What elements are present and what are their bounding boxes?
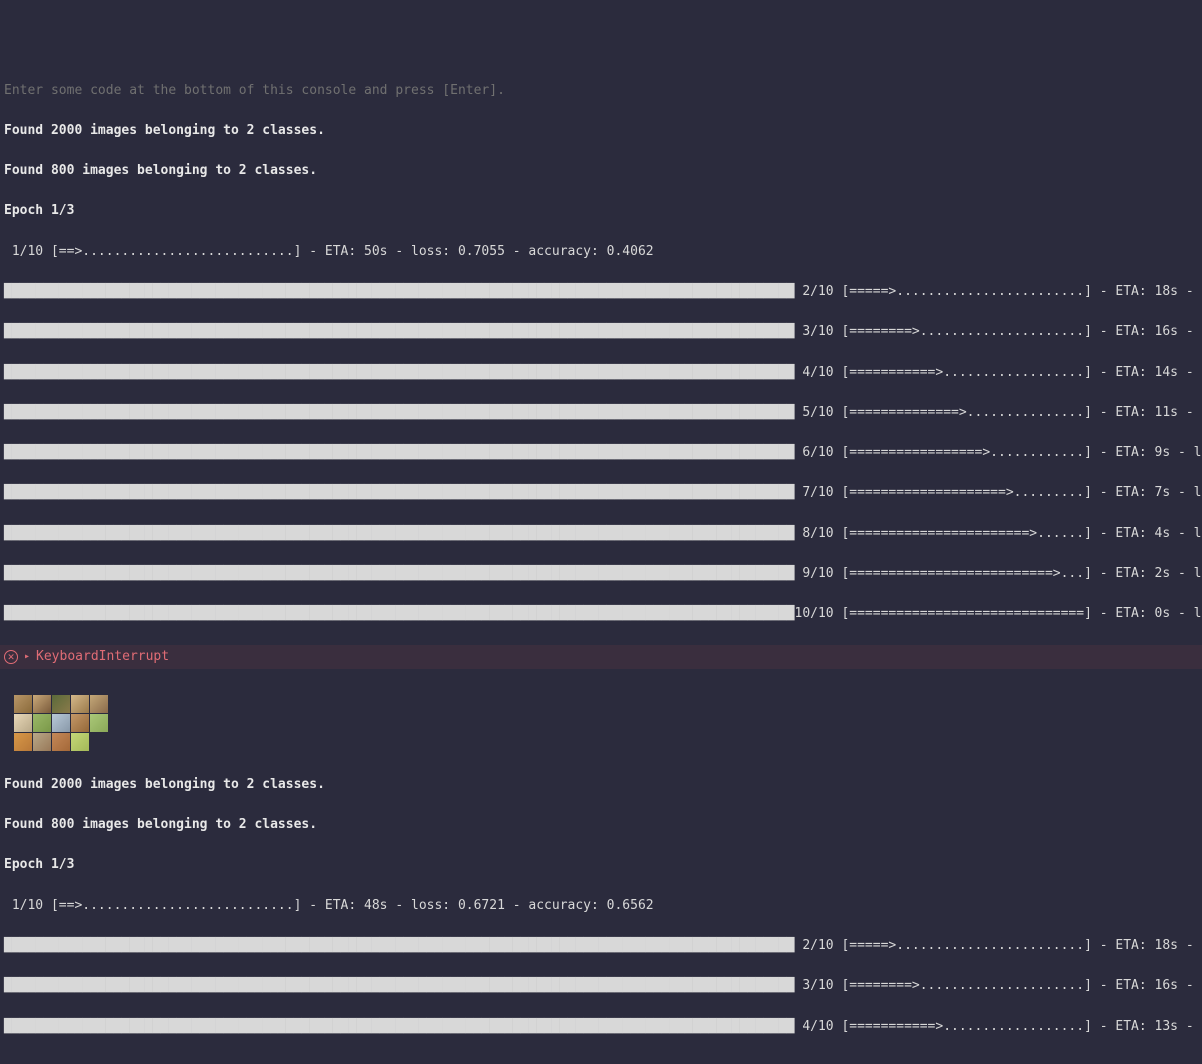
thumbnail xyxy=(90,714,108,732)
thumbnail xyxy=(14,733,32,751)
progress-line: ████████████████████████████████████████… xyxy=(0,282,1202,302)
thumbnail xyxy=(33,695,51,713)
progress-line: ████████████████████████████████████████… xyxy=(0,604,1202,624)
progress-line: ████████████████████████████████████████… xyxy=(0,976,1202,996)
thumbnail xyxy=(71,733,89,751)
output-line: Found 2000 images belonging to 2 classes… xyxy=(0,121,1202,141)
error-row[interactable]: ✕ ▸ KeyboardInterrupt xyxy=(0,645,1202,669)
output-line: Found 800 images belonging to 2 classes. xyxy=(0,815,1202,835)
output-line: Found 2000 images belonging to 2 classes… xyxy=(0,775,1202,795)
thumbnail xyxy=(90,695,108,713)
output-line: Epoch 1/3 xyxy=(0,855,1202,875)
chevron-right-icon: ▸ xyxy=(24,649,30,665)
progress-line: ████████████████████████████████████████… xyxy=(0,1017,1202,1037)
progress-line: ████████████████████████████████████████… xyxy=(0,524,1202,544)
thumbnail xyxy=(33,714,51,732)
progress-line: ████████████████████████████████████████… xyxy=(0,363,1202,383)
thumbnail xyxy=(71,714,89,732)
progress-line: ████████████████████████████████████████… xyxy=(0,443,1202,463)
progress-line: 1/10 [==>...........................] - … xyxy=(0,242,1202,262)
progress-line: ████████████████████████████████████████… xyxy=(0,483,1202,503)
thumbnail xyxy=(33,733,51,751)
progress-line: ████████████████████████████████████████… xyxy=(0,564,1202,584)
error-text: KeyboardInterrupt xyxy=(36,647,169,667)
console-prompt: Enter some code at the bottom of this co… xyxy=(0,81,1202,101)
progress-line: ████████████████████████████████████████… xyxy=(0,936,1202,956)
thumbnail xyxy=(52,714,70,732)
thumbnail xyxy=(14,695,32,713)
progress-line: ████████████████████████████████████████… xyxy=(0,322,1202,342)
thumbnail xyxy=(52,695,70,713)
image-grid-output xyxy=(0,689,1202,755)
thumbnail xyxy=(52,733,70,751)
thumbnail xyxy=(14,714,32,732)
output-line: Epoch 1/3 xyxy=(0,201,1202,221)
progress-line: ████████████████████████████████████████… xyxy=(0,403,1202,423)
progress-line: 1/10 [==>...........................] - … xyxy=(0,896,1202,916)
thumbnail xyxy=(71,695,89,713)
output-line: Found 800 images belonging to 2 classes. xyxy=(0,161,1202,181)
error-icon: ✕ xyxy=(4,650,18,664)
